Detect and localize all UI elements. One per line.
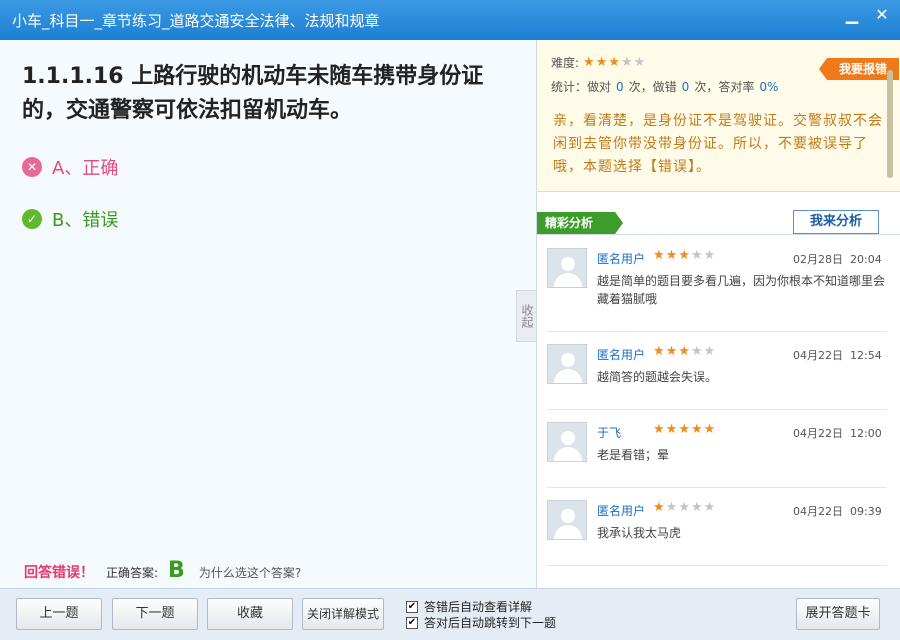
avatar xyxy=(547,344,587,384)
comment-text: 我承认我太马虎 xyxy=(597,526,682,540)
star-icon: ★ xyxy=(595,55,608,70)
stats-wrong-count: 0 xyxy=(681,80,690,94)
star-icon: ★ xyxy=(690,248,703,263)
difficulty-label: 难度: xyxy=(551,56,580,70)
stats-rate: 0% xyxy=(759,80,779,94)
star-icon: ★ xyxy=(621,55,633,70)
comment-user[interactable]: 于飞 xyxy=(597,424,621,441)
my-analysis-button[interactable]: 我来分析 xyxy=(793,210,879,234)
star-icon: ★ xyxy=(678,344,690,359)
star-icon: ★ xyxy=(583,55,595,70)
auto-view-checkbox[interactable]: ✔ 答错后自动查看详解 xyxy=(406,598,532,615)
collapse-tab[interactable]: 收起 xyxy=(516,290,536,342)
option-a-label: A、正确 xyxy=(52,158,119,179)
star-icon: ★ xyxy=(678,248,690,263)
star-icon: ★ xyxy=(703,500,716,515)
avatar xyxy=(547,422,587,462)
favorite-button[interactable]: 收藏 xyxy=(207,598,293,630)
option-a[interactable]: ✕ A、正确 xyxy=(22,154,118,180)
correct-check-icon: ✓ xyxy=(22,209,42,229)
question-text: 1.1.1.16 上路行驶的机动车未随车携带身份证的，交通警察可依法扣留机动车。 xyxy=(22,64,484,123)
option-b[interactable]: ✓ B、错误 xyxy=(22,206,118,232)
window-title: 小车_科目一_章节练习_道路交通安全法律、法规和规章 xyxy=(12,12,380,30)
comment-item: 匿名用户 ★ ★ ★ ★ ★ 04月22日 09:39 我承认我太马虎 xyxy=(547,488,887,566)
checkbox-check-icon: ✔ xyxy=(406,600,418,613)
star-icon: ★ xyxy=(653,248,665,263)
comment-date: 04月22日 12:54 xyxy=(793,349,882,362)
explanation-scrollbar[interactable] xyxy=(887,70,893,178)
comment-text: 越是简单的题目要多看几遍，因为你根本不知道哪里会藏着猫腻哦 xyxy=(597,274,886,306)
star-icon: ★ xyxy=(608,55,621,70)
stats-prefix: 统计：做对 xyxy=(551,80,612,94)
avatar xyxy=(547,248,587,288)
star-icon: ★ xyxy=(633,55,646,70)
why-link[interactable]: 为什么选这个答案? xyxy=(199,564,301,581)
star-icon: ★ xyxy=(653,500,665,515)
star-icon: ★ xyxy=(690,500,703,515)
avatar xyxy=(547,500,587,540)
comment-stars: ★ ★ ★ ★ ★ xyxy=(653,500,716,515)
stats-mid2: 次，答对率 xyxy=(694,80,755,94)
auto-jump-label: 答对后自动跳转到下一题 xyxy=(424,616,557,630)
comment-stars: ★ ★ ★ ★ ★ xyxy=(653,344,716,359)
stats-mid1: 次，做错 xyxy=(628,80,677,94)
comment-stars: ★ ★ ★ ★ ★ xyxy=(653,248,716,263)
star-icon: ★ xyxy=(678,500,690,515)
prev-button[interactable]: 上一题 xyxy=(16,598,102,630)
star-icon: ★ xyxy=(690,344,703,359)
analysis-header: 精彩分析 xyxy=(537,212,623,234)
star-icon: ★ xyxy=(653,422,665,437)
close-button[interactable]: ✕ xyxy=(868,4,896,26)
comment-date: 04月22日 09:39 xyxy=(793,505,882,518)
option-b-label: B、错误 xyxy=(52,210,119,231)
checkbox-check-icon: ✔ xyxy=(406,616,418,629)
stats-right-count: 0 xyxy=(616,80,624,94)
difficulty-stars: ★ ★ ★ ★ ★ xyxy=(583,55,646,70)
result-status: 回答错误！ xyxy=(24,565,94,581)
star-icon: ★ xyxy=(690,422,703,437)
result-line: 回答错误！ 正确答案: B 为什么选这个答案? xyxy=(24,558,301,583)
star-icon: ★ xyxy=(665,344,678,359)
star-icon: ★ xyxy=(665,422,678,437)
wrong-x-icon: ✕ xyxy=(22,157,42,177)
detail-panel: 难度: ★ ★ ★ ★ ★ 统计：做对 0 次，做错 0 次，答对率 0% 我要报错 亲，看清楚，… xyxy=(536,40,900,588)
difficulty: 难度: ★ ★ ★ ★ ★ xyxy=(551,54,646,71)
comment-item: 于飞 ★ ★ ★ ★ ★ 04月22日 12:00 老是看错；晕 xyxy=(547,410,887,488)
star-icon: ★ xyxy=(678,422,690,437)
star-icon: ★ xyxy=(703,248,716,263)
comment-item: 匿名用户 ★ ★ ★ ★ ★ 02月28日 20:04 越是简单的题目要多看几遍，因为你根本不… xyxy=(547,236,887,332)
title-bar: 小车_科目一_章节练习_道路交通安全法律、法规和规章 ▁ ✕ xyxy=(0,0,900,40)
auto-view-label: 答错后自动查看详解 xyxy=(424,600,533,614)
open-answer-card-button[interactable]: 展开答题卡 xyxy=(796,598,880,630)
explanation-text: 亲，看清楚，是身份证不是驾驶证。交警叔叔不会闲到去管你带没带身份证。所以，不要被… xyxy=(553,113,883,175)
star-icon: ★ xyxy=(665,500,678,515)
correct-answer: B xyxy=(168,558,185,583)
comment-item: 匿名用户 ★ ★ ★ ★ ★ 04月22日 12:54 越简答的题越会失误。 xyxy=(547,332,887,410)
divider xyxy=(537,234,900,235)
comment-user[interactable]: 匿名用户 xyxy=(597,346,645,363)
stats: 统计：做对 0 次，做错 0 次，答对率 0% xyxy=(551,78,783,95)
correct-answer-label: 正确答案: xyxy=(106,566,159,580)
star-icon: ★ xyxy=(653,344,665,359)
minimize-button[interactable]: ▁ xyxy=(838,4,866,26)
star-icon: ★ xyxy=(703,422,716,437)
close-detail-button[interactable]: 关闭详解模式 xyxy=(302,598,384,630)
star-icon: ★ xyxy=(703,344,716,359)
auto-jump-checkbox[interactable]: ✔ 答对后自动跳转到下一题 xyxy=(406,614,556,631)
comment-text: 老是看错；晕 xyxy=(597,448,670,462)
next-button[interactable]: 下一题 xyxy=(112,598,198,630)
comment-text: 越简答的题越会失误。 xyxy=(597,370,718,384)
comment-date: 02月28日 20:04 xyxy=(793,253,882,266)
comment-stars: ★ ★ ★ ★ ★ xyxy=(653,422,716,437)
star-icon: ★ xyxy=(665,248,678,263)
comment-date: 04月22日 12:00 xyxy=(793,427,882,440)
question-area: 1.1.1.16 上路行驶的机动车未随车携带身份证的，交通警察可依法扣留机动车。… xyxy=(0,40,536,588)
comment-user[interactable]: 匿名用户 xyxy=(597,250,645,267)
comment-user[interactable]: 匿名用户 xyxy=(597,502,645,519)
explanation-box: 难度: ★ ★ ★ ★ ★ 统计：做对 0 次，做错 0 次，答对率 0% 我要报错 亲，看清楚，… xyxy=(537,40,900,192)
bottom-toolbar: 上一题 下一题 收藏 关闭详解模式 ✔ 答错后自动查看详解 ✔ 答对后自动跳转到… xyxy=(0,588,900,640)
